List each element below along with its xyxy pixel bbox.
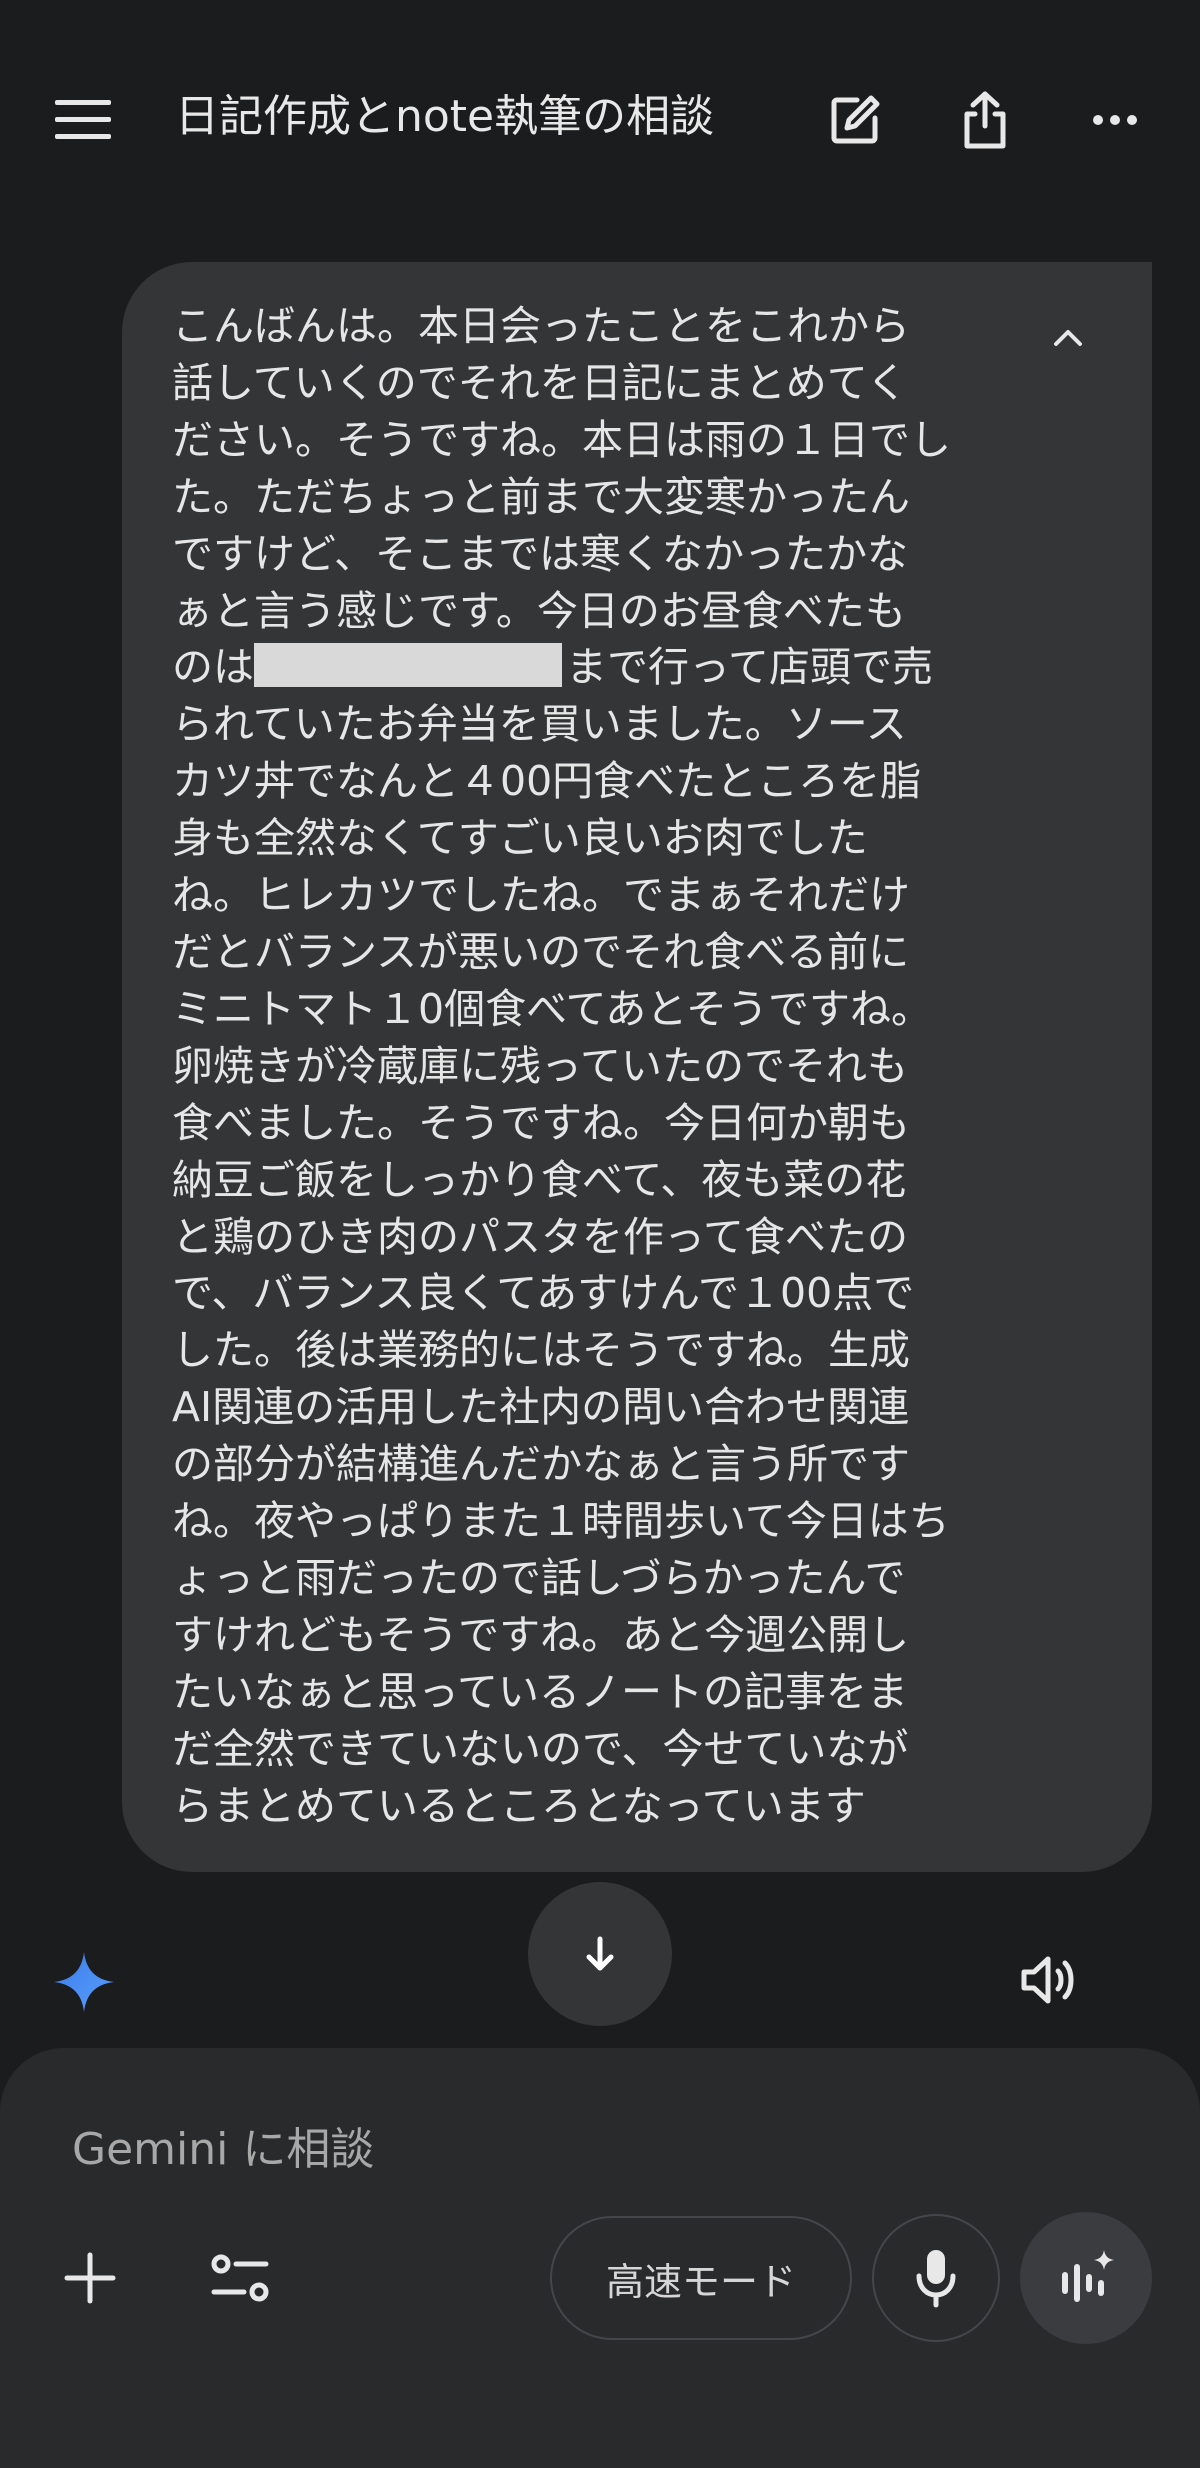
message-line: ミニトマト１0個食べてあとそうですね。 [172, 984, 932, 1033]
message-line: ょっと雨だったので話しづらかったんで [172, 1553, 906, 1602]
message-line: らまとめているところとなっています [172, 1781, 866, 1830]
message-line: ですけど、そこまでは寒くなかったかな [172, 529, 908, 578]
user-message-text: こんばんは。本日会ったことをこれから 話していくのでそれを日記にまとめてく ださ… [172, 298, 1012, 1834]
message-line: 身も全然なくてすごい良いお肉でした [172, 814, 868, 863]
message-line: ね。夜やっぱりまた１時間歩いて今日はち [172, 1497, 950, 1546]
message-line: 話していくのでそれを日記にまとめてく [172, 358, 908, 407]
new-chat-button[interactable] [810, 70, 900, 170]
speaker-icon [1021, 1956, 1074, 2004]
redaction-box [254, 643, 562, 688]
message-line: たいなぁと思っているノートの記事をま [172, 1667, 908, 1716]
message-line: だ全然できていないので、今せていなが [172, 1724, 909, 1773]
message-fragment: のは [172, 643, 254, 692]
message-line: すけれどもそうですね。あと今週公開し [172, 1610, 910, 1659]
chevron-up-icon [1054, 330, 1082, 346]
message-line: 食べました。そうですね。今日何か朝も [172, 1098, 910, 1147]
more-horizontal-icon [1093, 115, 1137, 125]
message-line: ださい。そうですね。本日は雨の１日でし [172, 415, 951, 464]
share-icon [964, 91, 1006, 149]
plus-icon [64, 2252, 116, 2304]
message-line: した。後は業務的にはそうですね。生成 [172, 1326, 910, 1375]
message-line: 納豆ご飯をしっかり食べて、夜も菜の花 [172, 1155, 907, 1204]
chat-title: 日記作成とnote執筆の相談 [175, 91, 715, 142]
message-line: カツ丼でなんと４00円食べたところを脂 [172, 757, 922, 806]
scroll-to-bottom-button[interactable] [528, 1882, 672, 2026]
prompt-input[interactable]: Gemini に相談 [72, 2115, 374, 2185]
read-aloud-button[interactable] [1010, 1945, 1090, 2015]
edit-icon [831, 95, 880, 144]
gemini-avatar [48, 1946, 120, 2018]
microphone-button[interactable] [872, 2214, 1000, 2342]
tools-button[interactable] [200, 2236, 280, 2320]
gemini-sparkle-icon [54, 1952, 114, 2012]
message-line: ぁと言う感じです。今日のお昼食べたも [172, 586, 906, 635]
message-line: こんばんは。本日会ったことをこれから [172, 302, 910, 350]
arrow-down-icon [586, 1936, 614, 1971]
message-line: と鶏のひき肉のパスタを作って食べたの [172, 1212, 908, 1261]
hamburger-menu-icon [55, 100, 111, 139]
microphone-icon [916, 2250, 956, 2308]
message-line: た。ただちょっと前まで大変寒かったん [172, 472, 910, 521]
tools-icon [211, 2254, 269, 2302]
collapse-message-button[interactable] [1030, 300, 1106, 376]
message-fragment: まで行って店頭で売 [566, 643, 933, 692]
top-app-bar: 日記作成とnote執筆の相談 [0, 0, 1200, 230]
mode-selector-button[interactable]: 高速モード [550, 2216, 852, 2340]
message-line: ね。ヒレカツでしたね。でまぁそれだけ [172, 871, 910, 920]
message-line: だとバランスが悪いのでそれ食べる前に [172, 927, 910, 976]
live-voice-icon [1062, 2250, 1114, 2302]
menu-button[interactable] [30, 70, 136, 170]
message-line: で、バランス良くてあすけんで１00点で [172, 1269, 915, 1318]
message-line: られていたお弁当を買いました。ソース [172, 700, 907, 749]
message-line-redacted: のは まで行って店頭で売 [172, 639, 1012, 696]
more-options-button[interactable] [1070, 70, 1160, 170]
message-line: AI関連の活用した社内の問い合わせ関連 [172, 1383, 910, 1432]
share-button[interactable] [940, 70, 1030, 170]
message-line: の部分が結構進んだかなぁと言う所です [172, 1440, 910, 1489]
message-line: 卵焼きが冷蔵庫に残っていたのでそれも [172, 1041, 908, 1090]
live-voice-button[interactable] [1020, 2212, 1152, 2344]
add-attachment-button[interactable] [50, 2236, 130, 2320]
